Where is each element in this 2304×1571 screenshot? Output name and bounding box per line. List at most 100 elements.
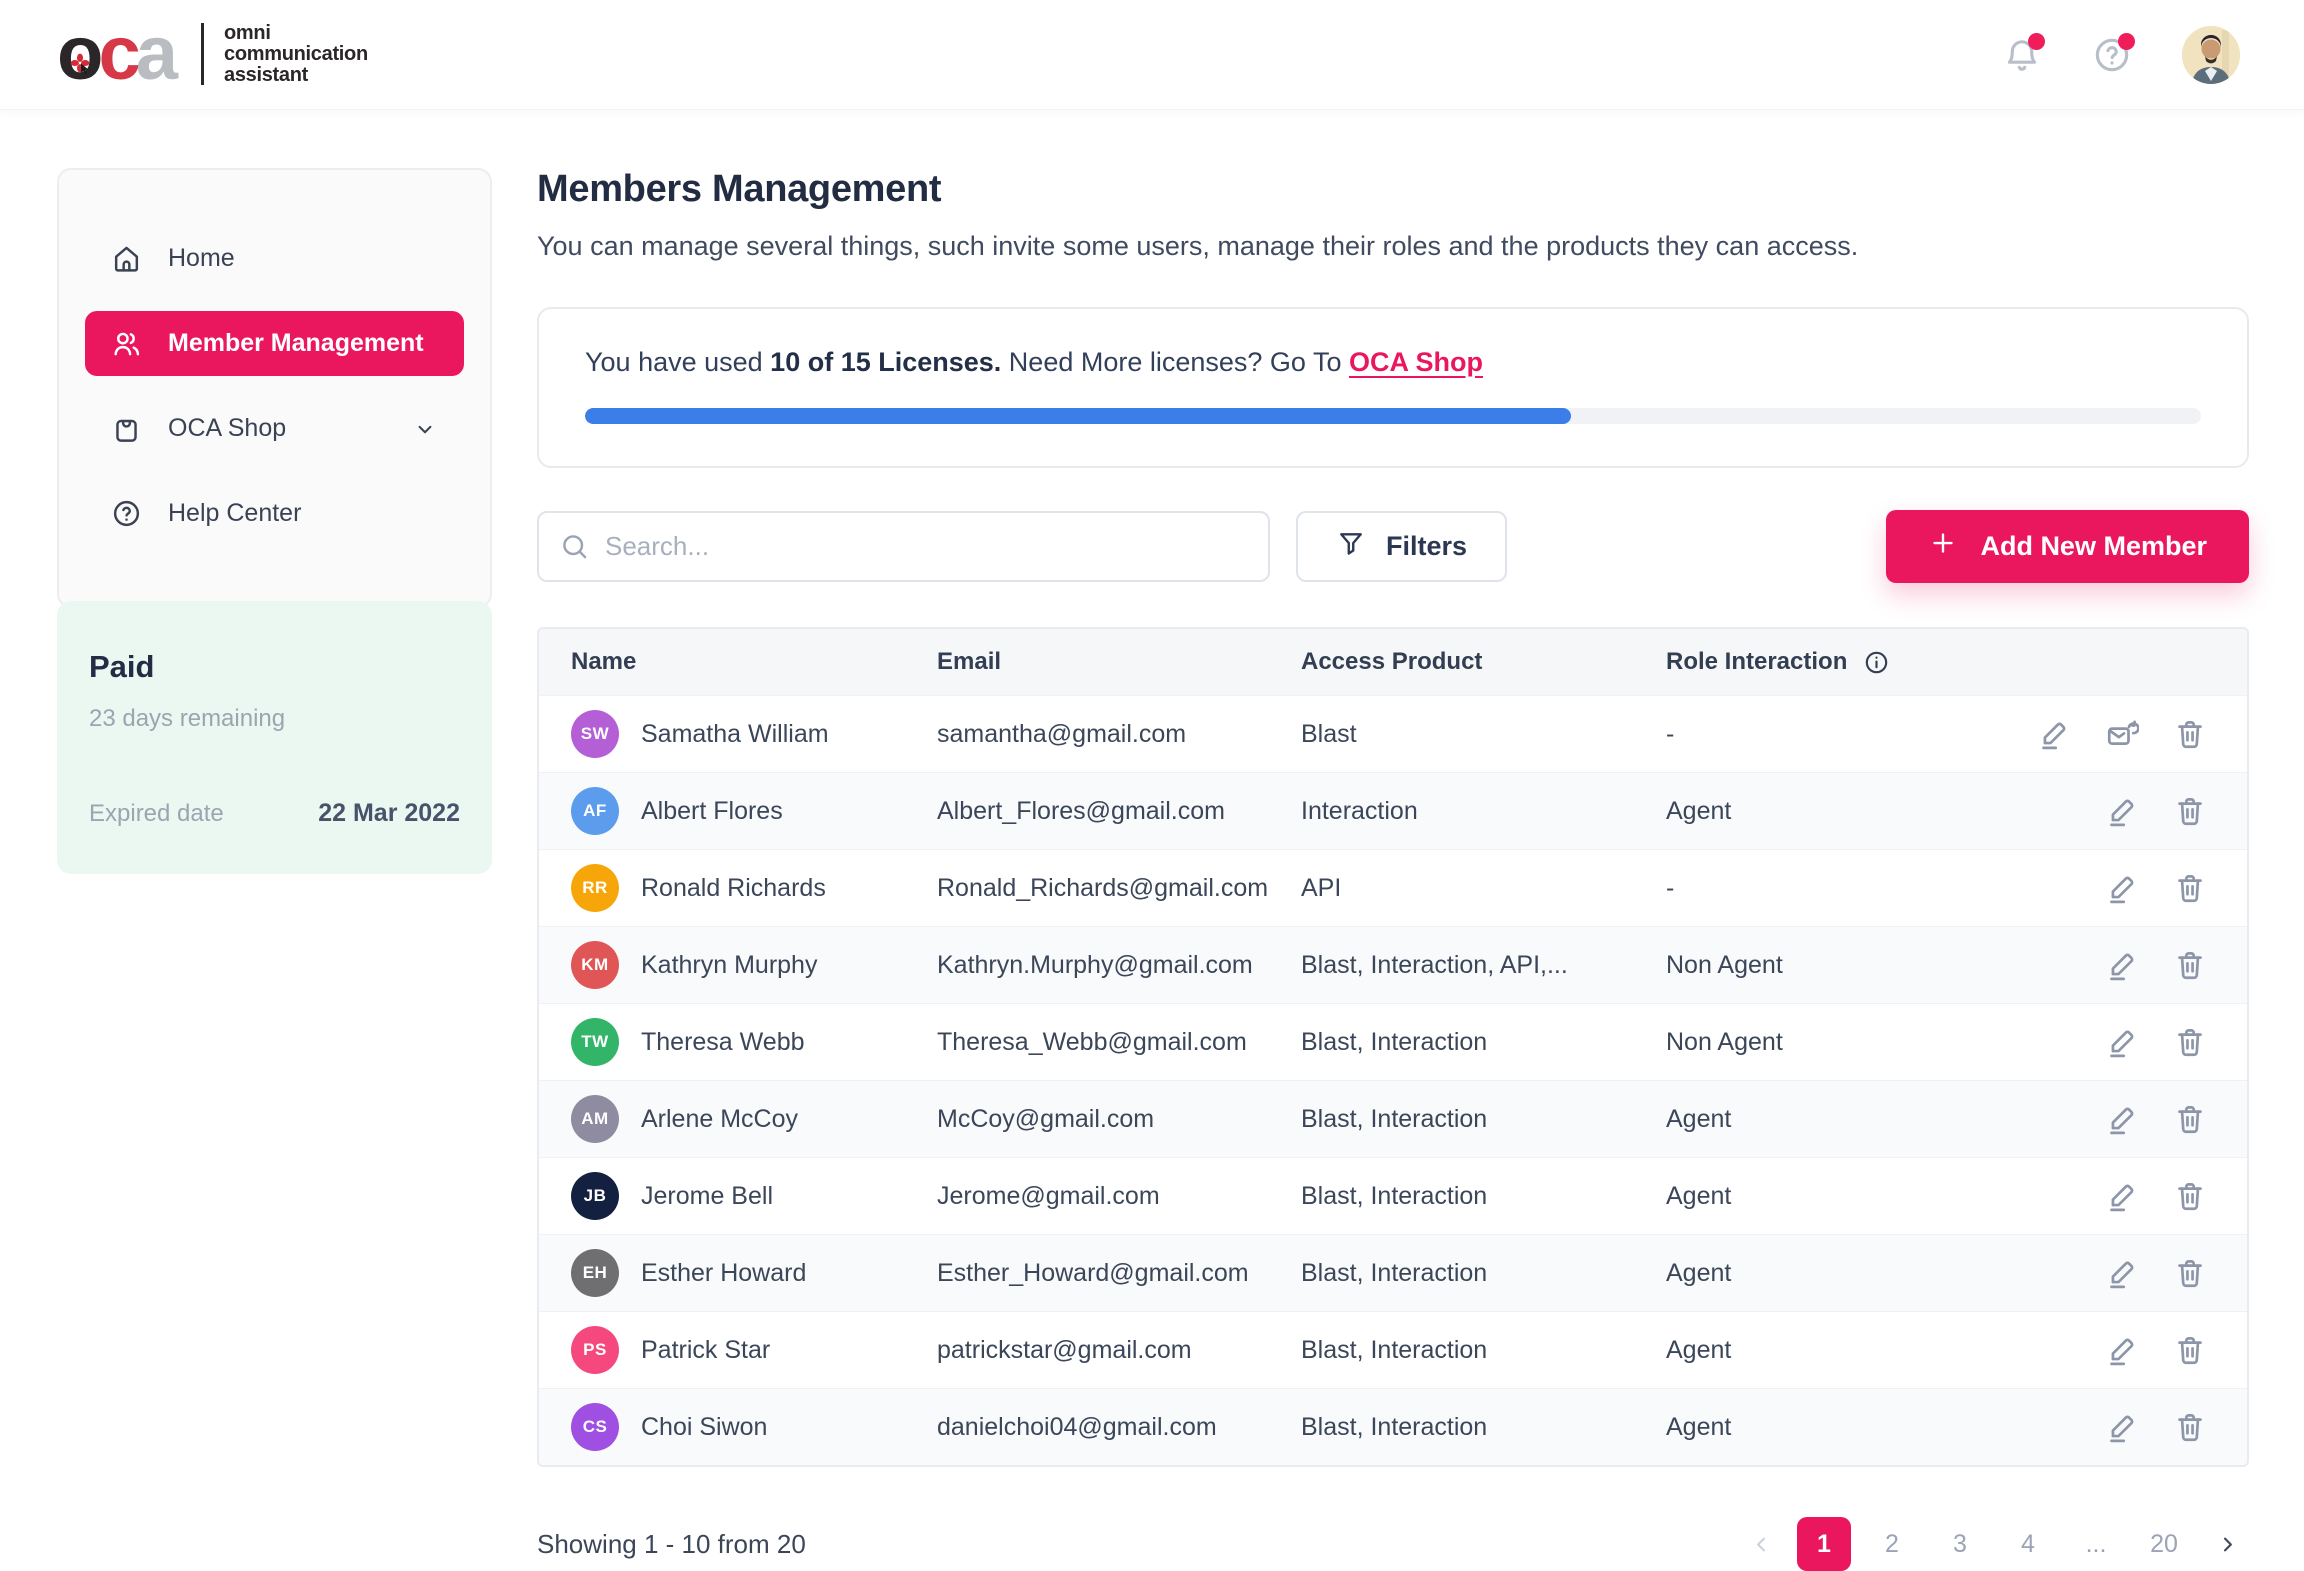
license-progress-fill [585,408,1571,424]
edit-button[interactable] [2105,794,2139,828]
page-1-button[interactable]: 1 [1797,1517,1851,1571]
sidebar-item-oca-shop[interactable]: OCA Shop [85,396,464,461]
member-name-cell: TWTheresa Webb [571,1018,937,1066]
member-avatar: PS [571,1326,619,1374]
member-name: Albert Flores [641,797,783,826]
add-new-member-label: Add New Member [1980,531,2207,562]
table-row: CSChoi Siwondanielchoi04@gmail.comBlast,… [539,1388,2247,1465]
sidebar-item-label: OCA Shop [168,414,286,443]
members-icon [111,328,142,359]
member-role: Agent [1666,1182,1989,1211]
delete-button[interactable] [2173,1179,2207,1213]
edit-button[interactable] [2105,1256,2139,1290]
member-role: Agent [1666,1336,1989,1365]
page-4-button[interactable]: 4 [2001,1517,2055,1571]
search-input[interactable] [537,511,1270,582]
member-role: Agent [1666,1413,1989,1442]
resend-button[interactable] [2105,717,2139,751]
user-avatar[interactable] [2182,26,2240,84]
previous-page-button[interactable] [1739,1522,1783,1566]
edit-button[interactable] [2105,1333,2139,1367]
table-row: EHEsther HowardEsther_Howard@gmail.comBl… [539,1234,2247,1311]
row-actions [1989,1256,2207,1290]
member-name-cell: PS Patrick Star [571,1326,937,1374]
column-header-name: Name [571,648,937,676]
chevron-right-icon [2214,1531,2241,1558]
table-row: TWTheresa WebbTheresa_Webb@gmail.comBlas… [539,1003,2247,1080]
oca-shop-link[interactable]: OCA Shop [1349,347,1483,377]
trash-icon [2173,948,2207,982]
plan-expired-label: Expired date [89,800,224,828]
main-content: Members Management You can manage severa… [537,110,2249,1571]
info-icon [1863,649,1890,676]
edit-button[interactable] [2105,1179,2139,1213]
edit-button[interactable] [2105,1102,2139,1136]
member-avatar: AF [571,787,619,835]
showing-summary: Showing 1 - 10 from 20 [537,1529,806,1560]
notifications-button[interactable] [2002,35,2042,75]
delete-button[interactable] [2173,871,2207,905]
table-header: Name Email Access Product Role Interacti… [539,629,2247,695]
sidebar-item-home[interactable]: Home [85,226,464,291]
member-name-cell: CSChoi Siwon [571,1403,937,1451]
member-name: Patrick Star [641,1336,770,1365]
row-actions [1989,1102,2207,1136]
delete-button[interactable] [2173,1333,2207,1367]
trash-icon [2173,1179,2207,1213]
row-actions [1989,794,2207,828]
next-page-button[interactable] [2205,1522,2249,1566]
edit-icon [2105,1025,2139,1059]
member-access-product: Blast, Interaction [1301,1028,1666,1057]
filters-button[interactable]: Filters [1296,511,1507,582]
license-banner: You have used 10 of 15 Licenses. Need Mo… [537,307,2249,468]
member-role: Non Agent [1666,951,1989,980]
edit-icon [2105,1256,2139,1290]
delete-button[interactable] [2173,717,2207,751]
table-row: PSPatrick Starpatrickstar@gmail.comBlast… [539,1311,2247,1388]
member-access-product: API [1301,874,1666,903]
resend-icon [2105,717,2139,751]
page-3-button[interactable]: 3 [1933,1517,1987,1571]
delete-button[interactable] [2173,1025,2207,1059]
edit-button[interactable] [2105,1410,2139,1444]
column-header-access-product: Access Product [1301,648,1666,676]
row-actions [1989,1025,2207,1059]
delete-button[interactable] [2173,948,2207,982]
chevron-down-icon [412,416,438,442]
edit-button[interactable] [2105,1025,2139,1059]
role-info-button[interactable] [1863,649,1890,676]
brand-logo[interactable]: oca omni communication assistant [57,20,368,88]
plan-days-remaining: 23 days remaining [89,705,460,733]
edit-icon [2105,794,2139,828]
member-email: McCoy@gmail.com [937,1105,1301,1134]
shop-icon [111,413,142,444]
delete-button[interactable] [2173,1410,2207,1444]
sidebar-item-member-management[interactable]: Member Management [85,311,464,376]
sidebar-item-help-center[interactable]: Help Center [85,481,464,546]
page-20-button[interactable]: 20 [2137,1517,2191,1571]
page-2-button[interactable]: 2 [1865,1517,1919,1571]
edit-button[interactable] [2037,717,2071,751]
row-actions [1989,948,2207,982]
sidebar: Home Member Management OCA Shop Help Center [57,168,492,608]
delete-button[interactable] [2173,1102,2207,1136]
delete-button[interactable] [2173,794,2207,828]
page-subtitle: You can manage several things, such invi… [537,231,2249,262]
member-access-product: Blast, Interaction [1301,1182,1666,1211]
member-access-product: Blast [1301,720,1666,749]
trash-icon [2173,871,2207,905]
license-progress-track [585,408,2201,424]
plus-icon [1928,528,1958,558]
add-new-member-button[interactable]: Add New Member [1886,510,2249,583]
row-actions [1989,1179,2207,1213]
delete-button[interactable] [2173,1256,2207,1290]
member-name: Jerome Bell [641,1182,773,1211]
member-name: Ronald Richards [641,874,826,903]
member-access-product: Blast, Interaction [1301,1336,1666,1365]
logo-tagline-line: omni [224,23,368,44]
edit-button[interactable] [2105,871,2139,905]
edit-icon [2105,948,2139,982]
help-button[interactable] [2092,35,2132,75]
member-email: Albert_Flores@gmail.com [937,797,1301,826]
edit-button[interactable] [2105,948,2139,982]
